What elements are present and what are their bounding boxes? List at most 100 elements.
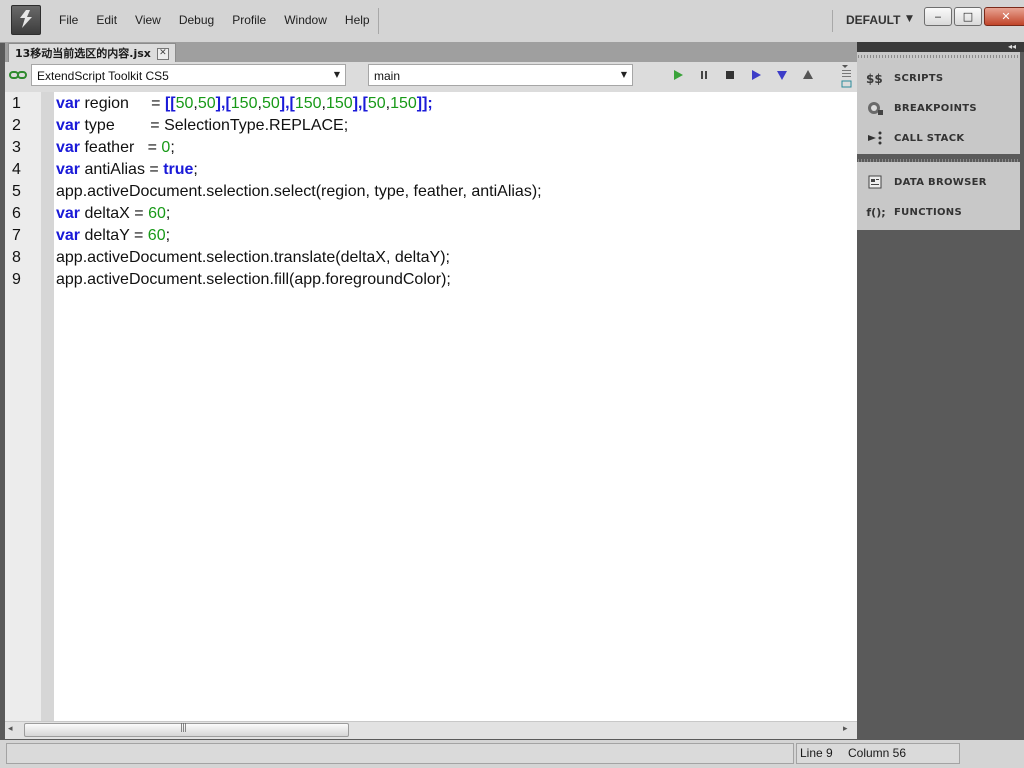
line-number: 8 [12,249,21,266]
cursor-position: Line 9 Column 56 [796,743,960,764]
maximize-button[interactable]: □ [954,7,982,26]
line-number: 9 [12,271,21,288]
line-number-gutter [5,92,41,721]
maximize-icon: □ [962,10,974,23]
menu-profile[interactable]: Profile [223,13,275,27]
code-text: app.activeDocument.selection.translate(d… [56,249,450,266]
status-line: Line 9 [800,746,833,760]
code-keyword: ]]; [416,95,433,112]
panel-label: CALL STACK [894,132,965,144]
code-line[interactable]: var feather = 0; [56,139,175,157]
close-icon: ✕ [1001,10,1011,23]
code-text: deltaX = [80,205,149,222]
code-line[interactable]: app.activeDocument.selection.translate(d… [56,249,450,267]
code-text: ; [165,205,171,222]
menu-window[interactable]: Window [275,13,336,27]
status-message [6,743,794,764]
menu-bar: File Edit View Debug Profile Window Help [50,13,379,27]
tab-title: 13移动当前选区的内容.jsx [15,46,151,60]
code-number: 50 [261,95,280,112]
code-text: antiAlias = [80,161,164,178]
code-keyword: ],[ [279,95,295,112]
code-keyword: var [56,205,81,222]
code-keyword: ],[ [215,95,231,112]
tab-close-icon[interactable]: ✕ [156,47,169,60]
pause-button[interactable] [696,67,712,83]
code-line[interactable]: app.activeDocument.selection.fill(app.fo… [56,271,451,289]
step-over-button[interactable] [748,67,764,83]
code-keyword: var [56,139,81,156]
code-text: ; [165,227,171,244]
code-keyword: [[ [164,95,176,112]
code-keyword: var [56,95,81,112]
panel-dock-header [857,42,1024,52]
code-line[interactable]: var deltaY = 60; [56,227,170,245]
stop-button[interactable] [722,67,738,83]
minimize-button[interactable]: ‒ [924,7,952,26]
line-number: 6 [12,205,21,222]
engine-value: main [374,69,401,83]
close-button[interactable]: ✕ [984,7,1024,26]
code-keyword: var [56,117,81,134]
code-text: feather = [80,139,162,156]
toolbar-divider [832,10,833,32]
line-number: 2 [12,117,21,134]
chevron-down-icon[interactable]: ▼ [906,14,913,24]
panel-data-browser[interactable]: DATA BROWSER [866,171,987,193]
code-number: 60 [148,205,166,222]
menu-view[interactable]: View [126,13,170,27]
panel-call-stack[interactable]: CALL STACK [866,127,964,149]
panel-group-gripper[interactable] [858,55,1019,58]
target-application-select[interactable]: ExtendScript Toolkit CS5 ▼ [31,64,346,86]
minimize-icon: ‒ [934,10,942,23]
engine-select[interactable]: main ▼ [368,64,633,86]
code-number: 150 [390,95,417,112]
code-line[interactable]: var region = [[50,50],[150,50],[150,150]… [56,95,433,113]
document-tab[interactable]: 13移动当前选区的内容.jsx ✕ [8,43,176,63]
code-number: 60 [147,227,166,244]
menu-debug[interactable]: Debug [170,13,223,27]
panel-menu-icon[interactable] [839,63,853,89]
chevron-down-icon: ▼ [620,70,627,79]
menu-edit[interactable]: Edit [87,13,126,27]
grip-icon: ||| [180,723,187,733]
code-line[interactable]: app.activeDocument.selection.select(regi… [56,183,542,201]
line-number: 5 [12,183,21,200]
workspace-switcher[interactable]: DEFAULT [846,13,900,27]
code-line[interactable]: var type = SelectionType.REPLACE; [56,117,348,135]
code-number: 150 [326,95,353,112]
menu-help[interactable]: Help [336,13,379,27]
code-text: region = [80,95,165,112]
code-text: type = SelectionType.REPLACE; [80,117,349,134]
status-column: Column 56 [848,746,907,760]
code-keyword: var [56,161,81,178]
scroll-right-icon[interactable]: ▸ [843,724,848,734]
link-icon[interactable] [9,68,27,82]
code-keyword: ],[ [352,95,368,112]
code-line[interactable]: var deltaX = 60; [56,205,170,223]
panel-scripts[interactable]: $$ SCRIPTS [866,67,943,89]
panel-label: DATA BROWSER [894,176,987,188]
scrollbar-thumb[interactable] [24,723,349,737]
step-into-button[interactable] [774,67,790,83]
panel-label: BREAKPOINTS [894,102,977,114]
panel-label: SCRIPTS [894,72,944,84]
code-text: ; [170,139,175,156]
code-text: deltaY = [80,227,148,244]
scroll-left-icon[interactable]: ◂ [8,724,13,734]
svg-text:$$: $$ [866,72,883,86]
scripts-icon: $$ [866,70,886,86]
app-logo-icon [11,5,41,35]
collapse-icon[interactable]: ◂◂ [1008,42,1016,51]
call-stack-icon [866,130,886,146]
menu-file[interactable]: File [50,13,87,27]
panel-breakpoints[interactable]: BREAKPOINTS [866,97,977,119]
run-button[interactable] [670,67,686,83]
panel-functions[interactable]: f(); FUNCTIONS [866,201,962,223]
breakpoints-icon [866,100,886,116]
panel-group-gripper[interactable] [858,159,1019,162]
line-number: 3 [12,139,21,156]
step-out-button[interactable] [800,67,816,83]
code-line[interactable]: var antiAlias = true; [56,161,198,179]
breakpoint-gutter[interactable] [41,92,54,721]
